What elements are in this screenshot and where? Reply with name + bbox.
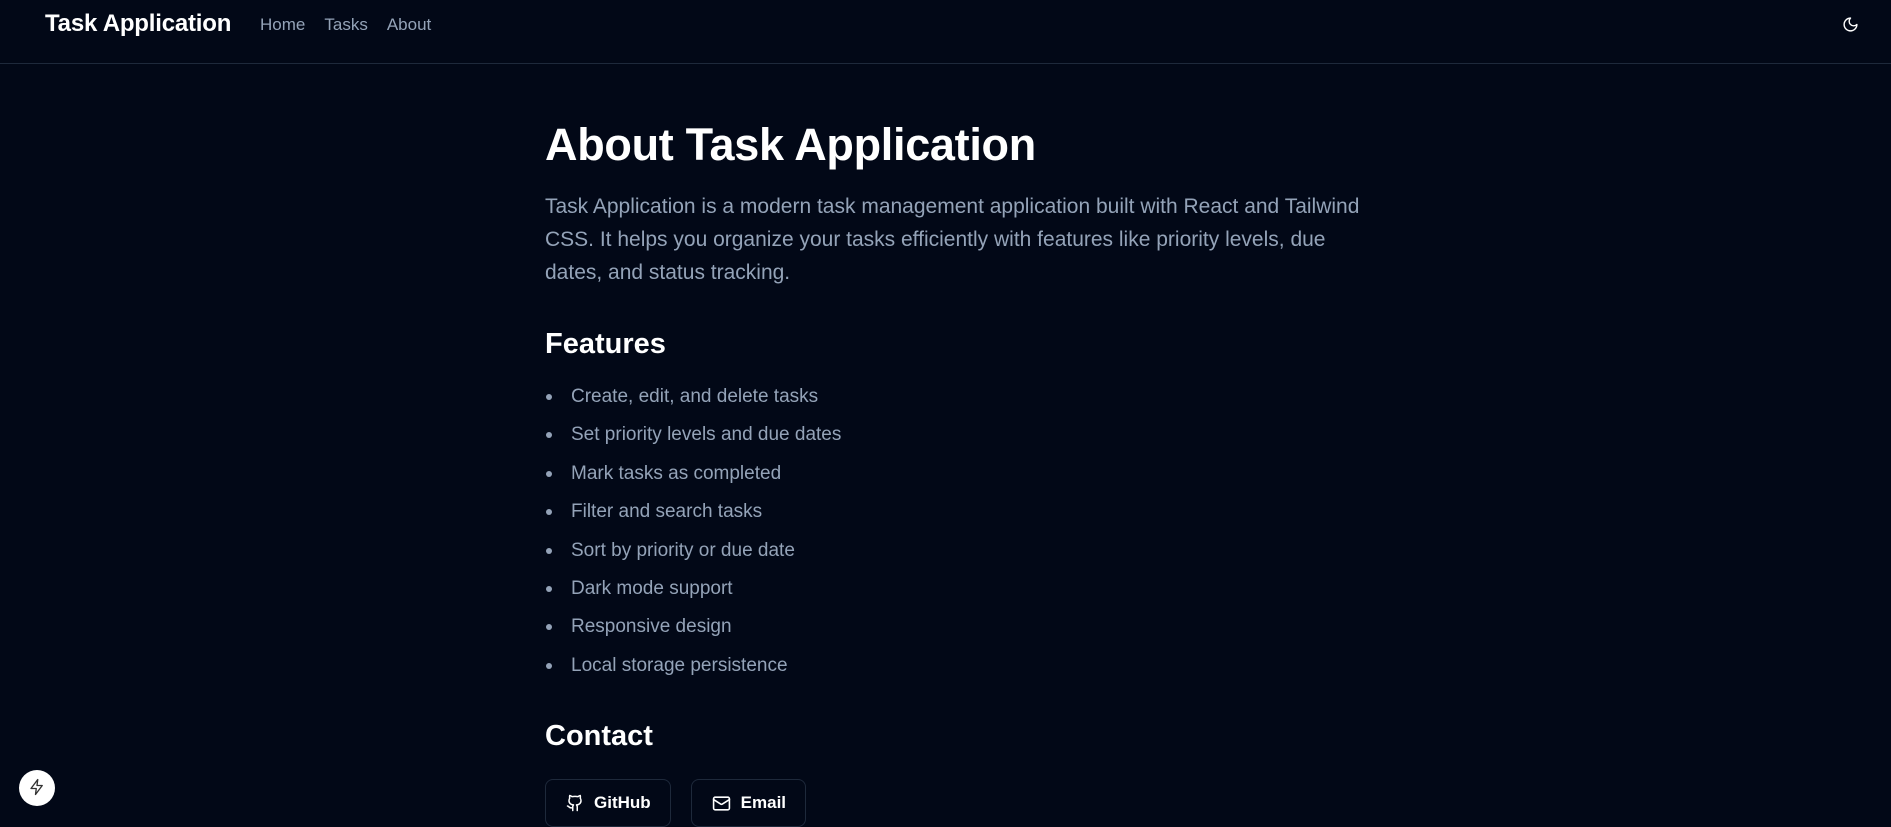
github-button-label: GitHub [594, 793, 651, 812]
feature-item: Dark mode support [545, 576, 841, 614]
feature-text: Sort by priority or due date [571, 539, 795, 561]
bullet-dot [546, 470, 552, 477]
mail-icon [712, 794, 731, 813]
bullet-dot [546, 624, 552, 631]
feature-item: Filter and search tasks [545, 499, 841, 537]
brand-link[interactable]: Task Application [45, 10, 231, 38]
features-heading: Features [545, 328, 666, 360]
feature-item: Local storage persistence [545, 653, 841, 691]
feature-item: Set priority levels and due dates [545, 422, 841, 460]
feature-item: Responsive design [545, 614, 841, 652]
feature-text: Responsive design [571, 616, 732, 638]
navbar: Task Application Home Tasks About [0, 0, 1891, 64]
email-button-label: Email [740, 793, 787, 812]
intro-paragraph: Task Application is a modern task manage… [545, 195, 1360, 284]
feature-item: Sort by priority or due date [545, 538, 841, 576]
feature-text: Local storage persistence [571, 654, 788, 676]
bullet-dot [546, 394, 552, 400]
page-title: About Task Application [545, 119, 1036, 170]
contact-buttons: GitHub Email [545, 779, 807, 827]
moon-icon [1842, 16, 1859, 36]
lightning-icon [28, 778, 46, 799]
feature-text: Set priority levels and due dates [571, 424, 842, 446]
github-button[interactable]: GitHub [545, 779, 671, 827]
floating-action-button[interactable] [19, 770, 55, 806]
feature-text: Dark mode support [571, 577, 733, 599]
contact-heading: Contact [545, 720, 653, 752]
bullet-dot [546, 509, 552, 516]
nav-link-about[interactable]: About [387, 15, 431, 35]
feature-text: Mark tasks as completed [571, 462, 782, 484]
bullet-dot [546, 432, 552, 439]
feature-text: Create, edit, and delete tasks [571, 386, 819, 407]
feature-item: Mark tasks as completed [545, 461, 841, 499]
email-button[interactable]: Email [690, 779, 807, 827]
bullet-dot [546, 547, 552, 554]
bullet-dot [546, 585, 552, 592]
theme-toggle-button[interactable] [1837, 13, 1863, 39]
nav-link-tasks[interactable]: Tasks [324, 15, 367, 35]
github-icon [566, 794, 584, 812]
feature-item: Create, edit, and delete tasks [545, 384, 841, 422]
bullet-dot [546, 662, 552, 669]
nav-link-home[interactable]: Home [260, 15, 305, 35]
feature-list: Create, edit, and delete tasks Set prior… [545, 384, 841, 691]
feature-text: Filter and search tasks [571, 501, 763, 523]
nav-links: Home Tasks About [260, 15, 431, 35]
